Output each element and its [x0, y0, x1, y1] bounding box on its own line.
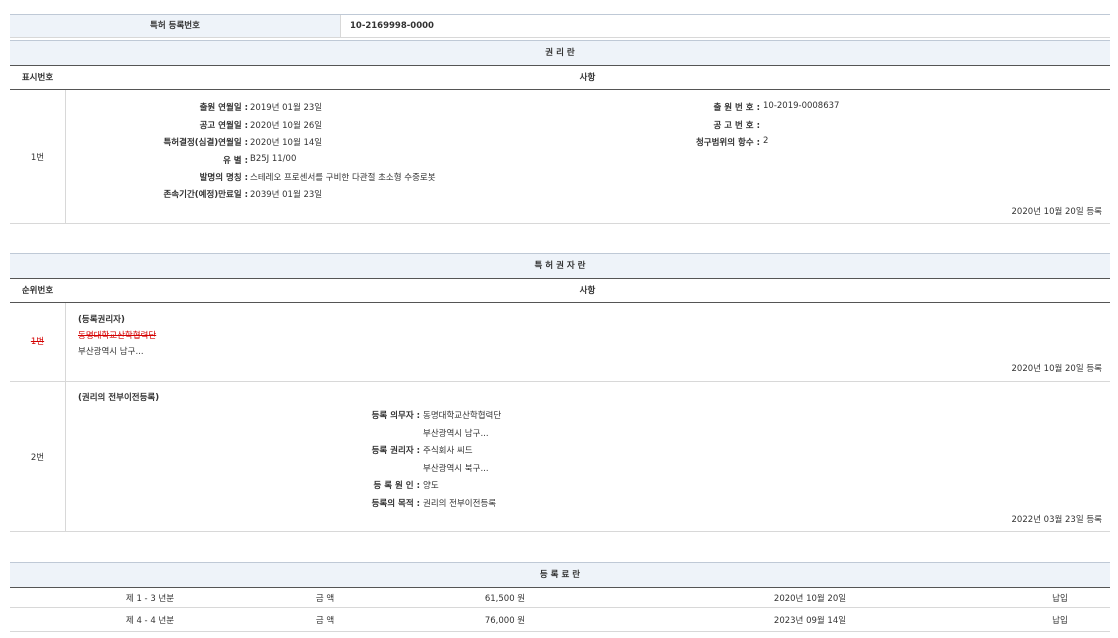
registration-number-label: 특허 등록번호	[10, 15, 340, 37]
fee-period: 제 4 - 4 년분	[60, 614, 240, 626]
fee-kind: 금 액	[280, 592, 370, 604]
field-value: 2	[763, 136, 768, 146]
registration-number-value: 10-2169998-0000	[350, 15, 434, 37]
rights-row-number: 1번	[10, 151, 65, 163]
holders-section-title: 특 허 권 자 란	[10, 253, 1110, 279]
divider	[65, 303, 66, 531]
field-value: 동명대학교산학협력단	[423, 409, 501, 421]
divider	[10, 89, 1110, 90]
fee-kind: 금 액	[280, 614, 370, 626]
field-value: 부산광역시 북구...	[423, 462, 489, 474]
field-label: 등록 권리자 :	[300, 444, 420, 456]
field-value: 권리의 전부이전등록	[423, 497, 496, 509]
fees-section-title: 등 록 료 란	[10, 562, 1110, 588]
rights-col-no-header: 표시번호	[10, 68, 65, 88]
fee-status: 납입	[1030, 614, 1090, 626]
field-label: 출 원 번 호 :	[620, 101, 760, 113]
divider	[10, 223, 1110, 224]
field-value: 2020년 10월 26일	[250, 119, 322, 131]
divider	[10, 302, 1110, 303]
holder-row-1-date: 2020년 10월 20일 등록	[900, 362, 1102, 374]
holder-row-2-type: (권리의 전부이전등록)	[78, 391, 159, 403]
fee-date: 2020년 10월 20일	[740, 592, 880, 604]
field-label: 존속기간(예정)만료일 :	[100, 188, 248, 200]
divider	[10, 381, 1110, 382]
holder-row-2-date: 2022년 03월 23일 등록	[900, 513, 1102, 525]
divider	[65, 90, 66, 223]
fee-date: 2023년 09월 14일	[740, 614, 880, 626]
divider	[10, 631, 1110, 632]
field-label: 발명의 명칭 :	[100, 171, 248, 183]
field-label: 등록 의무자 :	[300, 409, 420, 421]
field-label: 등록의 목적 :	[300, 497, 420, 509]
field-label: 유 별 :	[100, 154, 248, 166]
field-label: 특허결정(심결)연월일 :	[100, 136, 248, 148]
field-value: 주식회사 씨드	[423, 444, 473, 456]
field-label: 출원 연월일 :	[100, 101, 248, 113]
holder-row-1-type: (등록권리자)	[78, 313, 125, 325]
holder-row-1-name: 동명대학교산학협력단	[78, 329, 156, 341]
holder-row-1-number: 1번	[10, 335, 65, 347]
rights-section-title: 권 리 란	[10, 40, 1110, 66]
fee-period: 제 1 - 3 년분	[60, 592, 240, 604]
field-label: 공고 연월일 :	[100, 119, 248, 131]
divider	[10, 531, 1110, 532]
field-value: 스테레오 프로센서를 구비한 다관절 초소형 수중로봇	[250, 171, 436, 183]
holder-row-1-address: 부산광역시 남구...	[78, 345, 144, 357]
fee-status: 납입	[1030, 592, 1090, 604]
field-value: 10-2019-0008637	[763, 101, 839, 111]
field-label: 공 고 번 호 :	[620, 119, 760, 131]
divider	[10, 607, 1110, 608]
fee-amount: 61,500 원	[440, 592, 570, 604]
field-value: 부산광역시 남구...	[423, 427, 489, 439]
rights-col-content-header: 사항	[65, 68, 1110, 88]
holders-col-no-header: 순위번호	[10, 281, 65, 301]
rights-registration-date: 2020년 10월 20일 등록	[900, 205, 1102, 217]
field-label: 청구범위의 항수 :	[620, 136, 760, 148]
holders-col-content-header: 사항	[65, 281, 1110, 301]
field-value: B25J 11/00	[250, 154, 296, 164]
field-value: 2020년 10월 14일	[250, 136, 322, 148]
field-label: 등 록 원 인 :	[300, 479, 420, 491]
divider	[340, 15, 341, 37]
field-value: 2039년 01월 23일	[250, 188, 322, 200]
registration-number-row: 특허 등록번호 10-2169998-0000	[10, 14, 1110, 38]
field-value: 양도	[423, 479, 439, 491]
field-value: 2019년 01월 23일	[250, 101, 322, 113]
holder-row-2-number: 2번	[10, 451, 65, 463]
fee-amount: 76,000 원	[440, 614, 570, 626]
